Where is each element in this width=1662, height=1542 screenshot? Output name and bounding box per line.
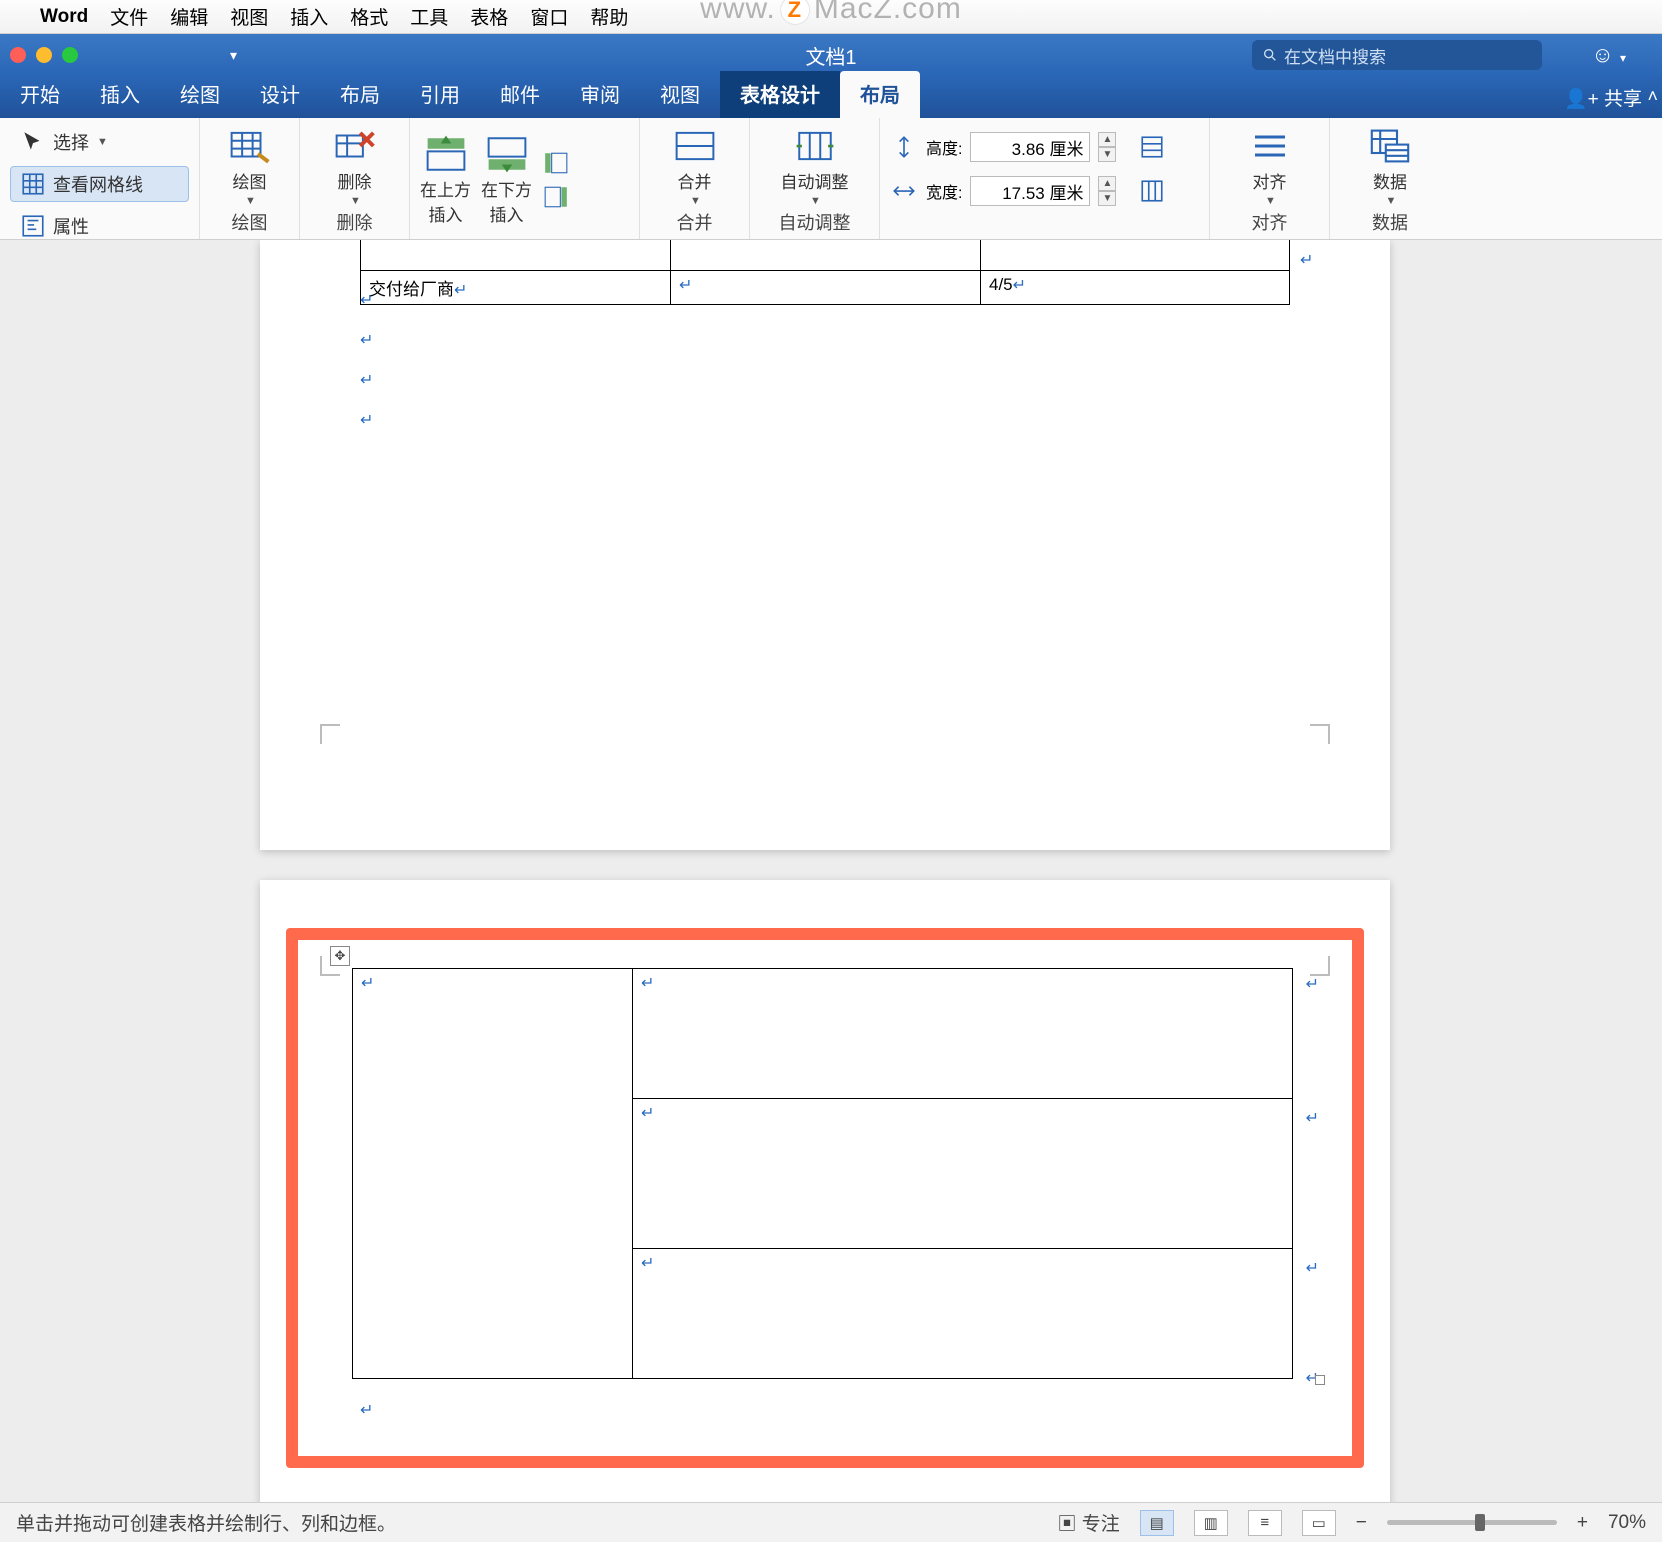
qat-more-icon[interactable]: ▾ (230, 47, 237, 64)
group-label-data: 数据 (1340, 209, 1440, 235)
menu-file[interactable]: 文件 (110, 3, 148, 30)
tab-references[interactable]: 引用 (400, 71, 480, 118)
outline-view-button[interactable]: ≡ (1248, 1510, 1282, 1536)
properties-button[interactable]: 属性 (10, 208, 189, 244)
zoom-out-button[interactable]: − (1356, 1512, 1367, 1534)
grid-icon (19, 170, 47, 198)
align-button[interactable]: 对齐▼ (1248, 126, 1292, 207)
menu-window[interactable]: 窗口 (530, 3, 568, 30)
properties-icon (19, 212, 47, 240)
distribute-cols-icon[interactable] (1138, 177, 1166, 205)
group-label-draw: 绘图 (210, 209, 289, 235)
tab-view[interactable]: 视图 (640, 71, 720, 118)
insert-left-icon[interactable] (542, 149, 570, 177)
group-label-autofit: 自动调整 (760, 209, 869, 235)
menu-help[interactable]: 帮助 (590, 3, 628, 30)
width-label: 宽度: (926, 179, 962, 203)
menu-format[interactable]: 格式 (350, 3, 388, 30)
menu-table[interactable]: 表格 (470, 3, 508, 30)
tab-layout[interactable]: 布局 (320, 71, 400, 118)
tab-draw[interactable]: 绘图 (160, 71, 240, 118)
status-bar: 单击并拖动可创建表格并绘制行、列和边框。 ▣ 专注 ▤ ▥ ≡ ▭ − + 70… (0, 1502, 1662, 1542)
tab-home[interactable]: 开始 (0, 71, 80, 118)
select-button[interactable]: 选择▼ (10, 124, 189, 160)
page-2: ✥ ↵↵ ↵ ↵ ↵ ↵ ↵ ↵ ↵ 拖动绘制表格，根据需要绘制列和行 (260, 880, 1390, 1502)
width-icon (890, 177, 918, 205)
share-button[interactable]: 👤+ 共享 (1564, 84, 1642, 111)
height-spinner[interactable]: ▲▼ (1098, 132, 1116, 162)
tab-mailings[interactable]: 邮件 (480, 71, 560, 118)
merge-button[interactable]: 合并▼ (673, 126, 717, 207)
window-titlebar: ▾ 文档1 在文档中搜索 ☺︎ ▾ (0, 34, 1662, 76)
menu-insert[interactable]: 插入 (290, 3, 328, 30)
menu-view[interactable]: 视图 (230, 3, 268, 30)
height-input[interactable]: 3.86 厘米 (970, 132, 1090, 162)
table-resize-handle[interactable] (1315, 1375, 1325, 1385)
table-2[interactable]: ↵↵ ↵ ↵ (352, 968, 1293, 1379)
table-row: 交付给厂商↵ ↵ 4/5↵ (361, 270, 1290, 304)
print-layout-view-button[interactable]: ▤ (1140, 1510, 1174, 1536)
autofit-icon (793, 126, 837, 166)
status-message: 单击并拖动可创建表格并绘制行、列和边框。 (16, 1509, 396, 1536)
ribbon-tabs: 开始 插入 绘图 设计 布局 引用 邮件 审阅 视图 表格设计 布局 👤+ 共享… (0, 76, 1662, 118)
merge-icon (673, 126, 717, 166)
draft-view-button[interactable]: ▭ (1302, 1510, 1336, 1536)
tab-table-design[interactable]: 表格设计 (720, 71, 840, 118)
menu-edit[interactable]: 编辑 (170, 3, 208, 30)
height-icon (890, 133, 918, 161)
search-placeholder: 在文档中搜索 (1284, 43, 1386, 68)
document-title: 文档1 (805, 41, 856, 70)
insert-above-button[interactable]: 在上方 插入 (420, 134, 471, 226)
table-move-handle[interactable]: ✥ (330, 946, 350, 966)
tab-review[interactable]: 审阅 (560, 71, 640, 118)
page-1: 交付给厂商↵ ↵ 4/5↵ ↵ ↵ ↵ ↵ ↵ (260, 240, 1390, 850)
close-window-button[interactable] (10, 47, 26, 63)
tab-insert[interactable]: 插入 (80, 71, 160, 118)
focus-mode-button[interactable]: ▣ 专注 (1057, 1509, 1119, 1536)
insert-below-button[interactable]: 在下方 插入 (481, 134, 532, 226)
insert-right-icon[interactable] (542, 183, 570, 211)
feedback-icon[interactable]: ☺︎ ▾ (1591, 42, 1626, 68)
align-icon (1248, 126, 1292, 166)
table-1[interactable]: 交付给厂商↵ ↵ 4/5↵ (360, 240, 1290, 305)
mac-menubar: Word 文件 编辑 视图 插入 格式 工具 表格 窗口 帮助 (0, 0, 1662, 34)
data-button[interactable]: 数据▼ (1368, 126, 1412, 207)
zoom-slider[interactable] (1387, 1520, 1557, 1525)
group-label-merge: 合并 (650, 209, 739, 235)
draw-table-button[interactable]: 绘图▼ (228, 126, 272, 207)
app-name[interactable]: Word (40, 6, 88, 28)
cursor-icon (19, 128, 47, 156)
collapse-ribbon-icon[interactable]: ˄ (1647, 86, 1658, 107)
view-gridlines-button[interactable]: 查看网格线 (10, 166, 189, 202)
delete-button[interactable]: 删除▼ (333, 126, 377, 207)
fullscreen-window-button[interactable] (62, 47, 78, 63)
group-label-delete: 删除 (310, 209, 399, 235)
group-label-align: 对齐 (1220, 209, 1319, 235)
distribute-rows-icon[interactable] (1138, 133, 1166, 161)
delete-icon (333, 126, 377, 166)
width-spinner[interactable]: ▲▼ (1098, 176, 1116, 206)
tab-table-layout[interactable]: 布局 (840, 71, 920, 118)
autofit-button[interactable]: 自动调整▼ (781, 126, 849, 207)
tab-design[interactable]: 设计 (240, 71, 320, 118)
insert-above-icon (424, 134, 468, 174)
zoom-level[interactable]: 70% (1608, 1512, 1646, 1534)
insert-below-icon (485, 134, 529, 174)
data-icon (1368, 126, 1412, 166)
zoom-in-button[interactable]: + (1577, 1512, 1588, 1534)
menu-tools[interactable]: 工具 (410, 3, 448, 30)
document-area[interactable]: 交付给厂商↵ ↵ 4/5↵ ↵ ↵ ↵ ↵ ↵ ✥ ↵↵ ↵ ↵ ↵ ↵ ↵ ↵ (0, 240, 1662, 1502)
minimize-window-button[interactable] (36, 47, 52, 63)
search-input[interactable]: 在文档中搜索 (1252, 40, 1542, 70)
draw-table-icon (228, 126, 272, 166)
ribbon: 选择▼ 查看网格线 属性 绘图▼ 绘图 删除▼ (0, 118, 1662, 240)
width-input[interactable]: 17.53 厘米 (970, 176, 1090, 206)
height-label: 高度: (926, 135, 962, 159)
web-layout-view-button[interactable]: ▥ (1194, 1510, 1228, 1536)
